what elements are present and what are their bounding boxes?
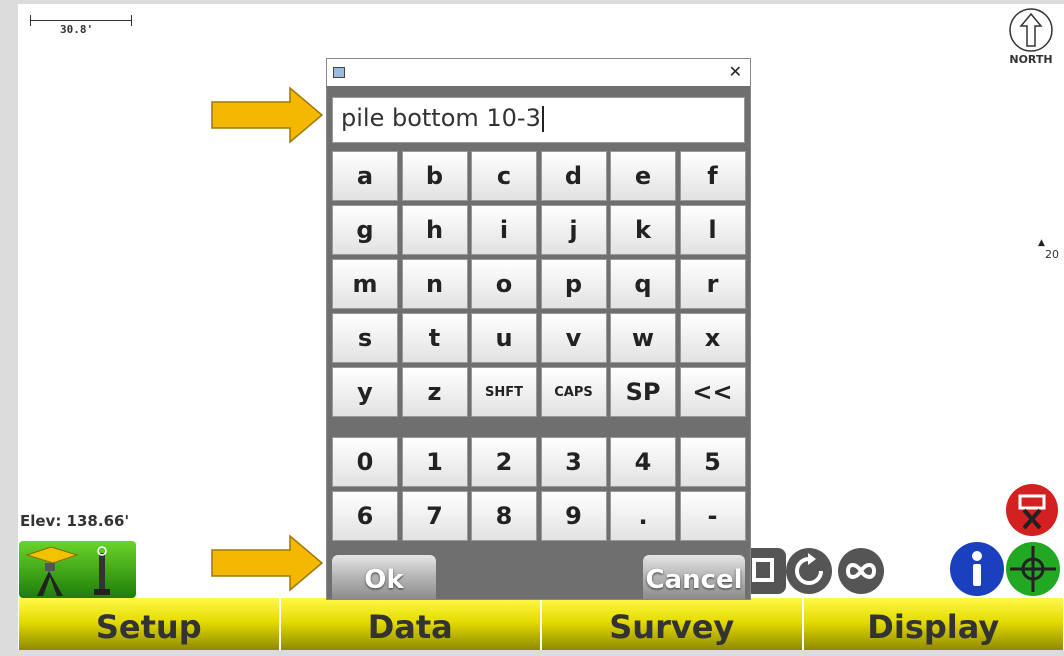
key-h[interactable]: h — [402, 205, 468, 255]
key-3[interactable]: 3 — [541, 437, 607, 487]
key-j[interactable]: j — [541, 205, 607, 255]
crosshair-icon[interactable] — [1006, 542, 1060, 596]
receiver-icon — [19, 541, 136, 598]
key-b[interactable]: b — [402, 151, 468, 201]
key-6[interactable]: 6 — [332, 491, 398, 541]
north-arrow-icon — [1003, 6, 1059, 56]
key-z[interactable]: z — [402, 367, 468, 417]
pointer-arrow-icon — [210, 86, 325, 144]
pointer-arrow-icon — [210, 534, 325, 592]
key-w[interactable]: w — [610, 313, 676, 363]
key-t[interactable]: t — [402, 313, 468, 363]
key-o[interactable]: o — [471, 259, 537, 309]
key-m[interactable]: m — [332, 259, 398, 309]
key-s[interactable]: s — [332, 313, 398, 363]
key-y[interactable]: y — [332, 367, 398, 417]
cancel-button[interactable]: Cancel — [643, 555, 745, 599]
key-9[interactable]: 9 — [541, 491, 607, 541]
key-d[interactable]: d — [541, 151, 607, 201]
elevation-readout: Elev: 138.66' — [20, 512, 129, 530]
stop-icon[interactable] — [1006, 484, 1058, 536]
key-u[interactable]: u — [471, 313, 537, 363]
key-2[interactable]: 2 — [471, 437, 537, 487]
key-7[interactable]: 7 — [402, 491, 468, 541]
info-icon[interactable] — [950, 542, 1004, 596]
triangle-marker-icon: ▲ — [1038, 238, 1045, 248]
key-c[interactable]: c — [471, 151, 537, 201]
key-l[interactable]: l — [680, 205, 746, 255]
key-p[interactable]: p — [541, 259, 607, 309]
key-8[interactable]: 8 — [471, 491, 537, 541]
key-sp[interactable]: SP — [610, 367, 676, 417]
key-f[interactable]: f — [680, 151, 746, 201]
text-caret — [542, 106, 544, 132]
key-q[interactable]: q — [610, 259, 676, 309]
key-1[interactable]: 1 — [402, 437, 468, 487]
north-label: NORTH — [1003, 53, 1059, 66]
name-input[interactable]: pile bottom 10-3 — [332, 97, 745, 143]
key-e[interactable]: e — [610, 151, 676, 201]
bottom-nav: Setup Data Survey Display — [18, 598, 1064, 650]
north-indicator: NORTH — [1003, 6, 1059, 66]
key-k[interactable]: k — [610, 205, 676, 255]
key-x[interactable]: x — [680, 313, 746, 363]
scale-label: 30.8' — [60, 23, 93, 36]
ok-button[interactable]: Ok — [332, 555, 436, 599]
key-5[interactable]: 5 — [680, 437, 746, 487]
key-r[interactable]: r — [680, 259, 746, 309]
close-icon[interactable]: ✕ — [729, 62, 742, 81]
tab-data[interactable]: Data — [280, 598, 542, 650]
key-dot[interactable]: . — [610, 491, 676, 541]
key-g[interactable]: g — [332, 205, 398, 255]
key-4[interactable]: 4 — [610, 437, 676, 487]
dialog-titlebar: ✕ — [327, 59, 750, 86]
keyboard-dialog: ✕ pile bottom 10-3 abcdef ghijkl mnopqr stu… — [326, 58, 751, 600]
key-minus[interactable]: - — [680, 491, 746, 541]
tab-survey[interactable]: Survey — [541, 598, 803, 650]
gps-status-panel[interactable] — [19, 541, 136, 598]
key-caps[interactable]: CAPS — [541, 367, 607, 417]
app-icon — [333, 67, 345, 78]
key-backspace[interactable]: << — [680, 367, 746, 417]
key-shft[interactable]: SHFT — [471, 367, 537, 417]
name-input-value: pile bottom 10-3 — [341, 104, 541, 132]
key-a[interactable]: a — [332, 151, 398, 201]
marker-label: 20 — [1045, 248, 1059, 261]
rotate-icon[interactable] — [786, 548, 832, 594]
tab-setup[interactable]: Setup — [18, 598, 280, 650]
key-n[interactable]: n — [402, 259, 468, 309]
key-i[interactable]: i — [471, 205, 537, 255]
tab-display[interactable]: Display — [803, 598, 1064, 650]
infinity-icon[interactable] — [838, 548, 884, 594]
scale-bar: 30.8' — [30, 20, 132, 30]
key-v[interactable]: v — [541, 313, 607, 363]
key-0[interactable]: 0 — [332, 437, 398, 487]
